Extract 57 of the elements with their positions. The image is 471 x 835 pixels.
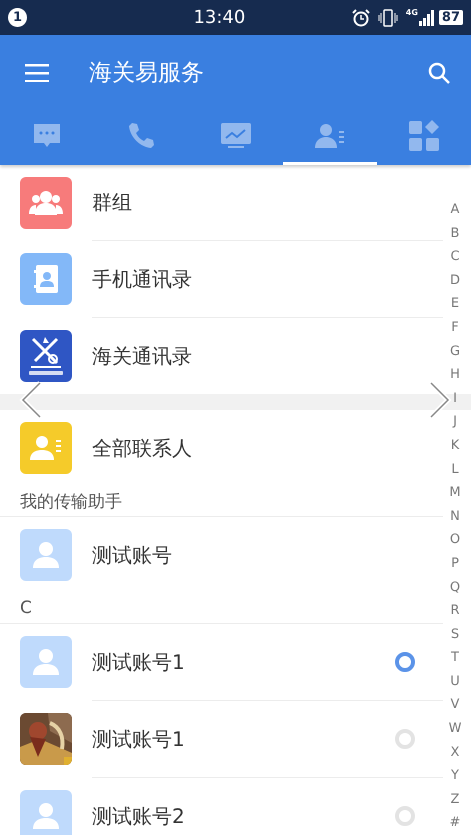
- contact-item[interactable]: 测试账号1: [0, 701, 441, 777]
- network-type: 4G: [406, 8, 418, 17]
- index-letter[interactable]: L: [451, 458, 459, 482]
- contact-item[interactable]: 测试账号1: [0, 624, 441, 700]
- chart-icon: [220, 121, 252, 151]
- index-letter[interactable]: B: [450, 222, 460, 246]
- index-letter[interactable]: O: [450, 528, 460, 552]
- index-letter[interactable]: E: [450, 292, 460, 316]
- list-item[interactable]: 群组: [0, 165, 441, 240]
- index-letter[interactable]: J: [453, 410, 457, 434]
- phone-icon: [126, 121, 156, 151]
- index-letter[interactable]: X: [450, 740, 460, 764]
- search-icon[interactable]: [427, 60, 451, 84]
- list-item[interactable]: 海关通讯录: [0, 318, 441, 394]
- index-letter[interactable]: A: [450, 198, 460, 222]
- index-letter[interactable]: Z: [450, 788, 460, 812]
- index-letter[interactable]: R: [450, 599, 460, 623]
- index-letter[interactable]: H: [450, 363, 460, 387]
- index-letter[interactable]: S: [450, 622, 460, 646]
- list-item[interactable]: 全部联系人: [0, 410, 441, 486]
- menu-icon[interactable]: [25, 64, 49, 82]
- index-letter[interactable]: I: [453, 386, 457, 410]
- index-letter[interactable]: W: [448, 717, 462, 741]
- index-letter[interactable]: C: [450, 245, 460, 269]
- notification-badge: 1: [8, 8, 27, 27]
- index-letter[interactable]: N: [450, 504, 460, 528]
- address-book-icon: [34, 265, 58, 293]
- list-item[interactable]: 手机通讯录: [0, 241, 441, 317]
- clock: 13:40: [192, 7, 246, 28]
- index-letter[interactable]: M: [449, 481, 461, 505]
- index-letter[interactable]: Q: [450, 576, 460, 600]
- person-icon: [31, 801, 61, 831]
- index-letter[interactable]: G: [450, 340, 460, 364]
- section-header: C: [20, 598, 32, 618]
- section-header: 我的传输助手: [20, 490, 122, 512]
- contacts-icon: [314, 121, 346, 151]
- person-icon: [31, 540, 61, 570]
- contact-item[interactable]: 测试账号2: [0, 778, 441, 835]
- signal-icon: [418, 10, 435, 26]
- index-letter[interactable]: P: [451, 552, 459, 576]
- contact-item[interactable]: 测试账号: [0, 517, 441, 593]
- app-title: 海关易服务: [89, 59, 205, 88]
- alarm-icon: [352, 8, 370, 26]
- contact-card-icon: [30, 434, 62, 462]
- battery-level: 87: [438, 10, 463, 25]
- person-icon: [31, 647, 61, 677]
- index-letter[interactable]: D: [450, 268, 460, 292]
- apps-icon: [408, 120, 440, 152]
- index-letter[interactable]: Y: [451, 764, 459, 788]
- index-letter[interactable]: #: [450, 811, 460, 835]
- group-icon: [29, 190, 63, 216]
- index-letter[interactable]: F: [451, 316, 459, 340]
- index-letter[interactable]: V: [450, 693, 460, 718]
- index-letter[interactable]: T: [451, 646, 459, 670]
- index-letter[interactable]: U: [450, 670, 460, 694]
- vibrate-icon: [378, 8, 398, 28]
- index-letter[interactable]: K: [450, 434, 460, 458]
